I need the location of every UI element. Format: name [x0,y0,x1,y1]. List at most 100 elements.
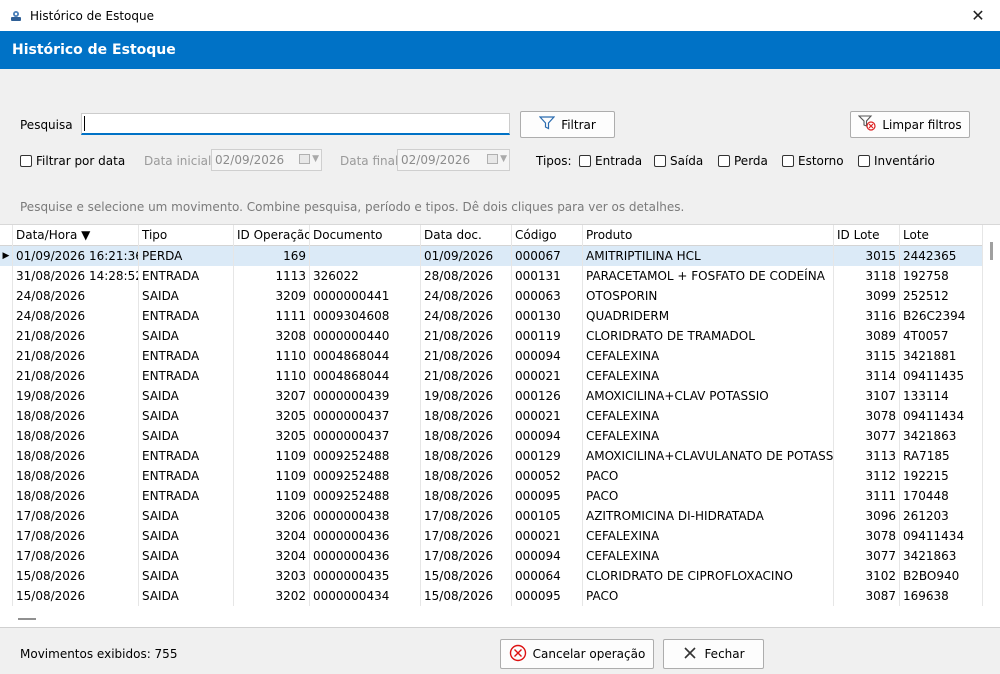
table-row[interactable]: 24/08/2026 SAIDA 3209 0000000441 24/08/2026 0… [0,286,1000,306]
table-row[interactable]: 15/08/2026 SAIDA 3202 0000000434 15/08/2026 0… [0,586,1000,606]
column-header-lote[interactable]: Lote [900,225,983,246]
row-indicator [0,426,13,446]
start-date-picker[interactable]: 02/09/2026 ▼ [211,149,322,171]
table-row[interactable]: 24/08/2026 ENTRADA 1111 0009304608 24/08/202… [0,306,1000,326]
table-row[interactable]: 17/08/2026 SAIDA 3204 0000000436 17/08/2026 0… [0,526,1000,546]
end-date-picker[interactable]: 02/09/2026 ▼ [397,149,510,171]
row-indicator [0,346,13,366]
cell-tipo: PERDA [139,246,234,266]
type-checkbox-estorno[interactable]: Estorno [782,154,844,168]
table-row[interactable]: 15/08/2026 SAIDA 3203 0000000435 15/08/2026 0… [0,566,1000,586]
cell-lote: B26C2394 [900,306,983,326]
close-button[interactable]: Fechar [663,639,764,669]
type-label-estorno: Estorno [798,154,844,168]
column-header-produto[interactable]: Produto [583,225,834,246]
cell-codigo: 000021 [512,526,583,546]
table-row[interactable]: 17/08/2026 SAIDA 3206 0000000438 17/08/2026 0… [0,506,1000,526]
cell-codigo: 000129 [512,446,583,466]
cell-documento: 0004868044 [310,366,421,386]
table-row[interactable]: 21/08/2026 ENTRADA 1110 0004868044 21/08/202… [0,366,1000,386]
row-indicator [0,306,13,326]
table-row[interactable]: 21/08/2026 ENTRADA 1110 0004868044 21/08/202… [0,346,1000,366]
table-row[interactable]: 18/08/2026 SAIDA 3205 0000000437 18/08/2026 0… [0,426,1000,446]
type-checkbox-entrada[interactable]: Entrada [579,154,642,168]
checkbox-box[interactable] [718,155,730,167]
column-header-tipo[interactable]: Tipo [139,225,234,246]
table-row[interactable]: 18/08/2026 ENTRADA 1109 0009252488 18/08/202… [0,486,1000,506]
table-row[interactable]: 18/08/2026 ENTRADA 1109 0009252488 18/08/202… [0,446,1000,466]
checkbox-box[interactable] [579,155,591,167]
table-row[interactable]: 19/08/2026 SAIDA 3207 0000000439 19/08/2026 0… [0,386,1000,406]
column-header-id-operacao[interactable]: ID Operação [234,225,310,246]
cell-id-operacao: 3208 [234,326,310,346]
type-checkbox-perda[interactable]: Perda [718,154,768,168]
row-indicator [0,286,13,306]
cell-lote: 09411435 [900,366,983,386]
cell-datahora: 18/08/2026 [13,486,139,506]
date-filter-checkbox[interactable]: Filtrar por data [20,154,125,168]
cell-codigo: 000094 [512,426,583,446]
start-date-value: 02/09/2026 [215,153,285,167]
column-header-id-lote[interactable]: ID Lote [834,225,900,246]
cell-datahora: 24/08/2026 [13,306,139,326]
cell-id-operacao: 3209 [234,286,310,306]
cancel-icon [509,644,527,665]
cell-datahora: 15/08/2026 [13,566,139,586]
type-label-entrada: Entrada [595,154,643,168]
cell-documento: 0000000437 [310,406,421,426]
cancel-operation-button[interactable]: Cancelar operação [500,639,654,669]
cell-codigo: 000094 [512,546,583,566]
checkbox-box[interactable] [20,155,32,167]
cell-data-doc: 17/08/2026 [421,506,512,526]
cell-id-operacao: 1109 [234,446,310,466]
search-input[interactable] [81,113,510,135]
cancel-operation-label: Cancelar operação [532,647,646,661]
cell-id-operacao: 3204 [234,546,310,566]
cell-datahora: 19/08/2026 [13,386,139,406]
cell-id-operacao: 1111 [234,306,310,326]
cell-codigo: 000063 [512,286,583,306]
row-indicator [0,526,13,546]
checkbox-box[interactable] [858,155,870,167]
scrollbar-thumb[interactable] [990,242,993,260]
table-row[interactable]: ▶ 01/09/2026 16:21:36 PERDA 169 01/09/2026 00… [0,246,1000,266]
type-checkbox-saida[interactable]: Saída [654,154,703,168]
movements-table[interactable]: Data/Hora ▼ Tipo ID Operação Documento D… [0,224,1000,609]
window-title: Histórico de Estoque [30,8,154,23]
column-header-documento[interactable]: Documento [310,225,421,246]
cell-tipo: ENTRADA [139,306,234,326]
type-label-perda: Perda [734,154,768,168]
column-header-datahora[interactable]: Data/Hora ▼ [13,225,139,246]
table-row[interactable]: 18/08/2026 ENTRADA 1109 0009252488 18/08/202… [0,466,1000,486]
column-header-codigo[interactable]: Código [512,225,583,246]
table-row[interactable]: 31/08/2026 14:28:52 ENTRADA 1113 326022 28/0… [0,266,1000,286]
row-indicator [0,566,13,586]
cell-documento: 0000000436 [310,546,421,566]
cell-id-lote: 3087 [834,586,900,606]
type-checkbox-inventario[interactable]: Inventário [858,154,935,168]
cell-codigo: 000067 [512,246,583,266]
cell-lote: 133114 [900,386,983,406]
cell-data-doc: 24/08/2026 [421,286,512,306]
table-row[interactable]: 17/08/2026 SAIDA 3204 0000000436 17/08/2026 0… [0,546,1000,566]
clear-filters-button[interactable]: Limpar filtros [850,111,970,138]
row-indicator [0,326,13,346]
checkbox-box[interactable] [654,155,666,167]
movements-count: Movimentos exibidos: 755 [20,647,178,661]
cell-datahora: 18/08/2026 [13,426,139,446]
table-row[interactable]: 18/08/2026 SAIDA 3205 0000000437 18/08/2026 0… [0,406,1000,426]
window-close-button[interactable]: ✕ [956,0,1000,31]
checkbox-box[interactable] [782,155,794,167]
column-header-data-doc[interactable]: Data doc. [421,225,512,246]
cell-data-doc: 21/08/2026 [421,366,512,386]
horizontal-scrollbar[interactable] [0,609,1000,628]
table-row[interactable]: 21/08/2026 SAIDA 3208 0000000440 21/08/2026 0… [0,326,1000,346]
scrollbar-thumb[interactable] [18,618,36,620]
cell-produto: CLORIDRATO DE CIPROFLOXACINO [583,566,834,586]
cell-codigo: 000052 [512,466,583,486]
cell-documento: 0000000440 [310,326,421,346]
cell-tipo: SAIDA [139,326,234,346]
vertical-scrollbar[interactable] [983,242,1000,609]
cell-id-operacao: 1109 [234,466,310,486]
filter-button[interactable]: Filtrar [520,111,615,138]
